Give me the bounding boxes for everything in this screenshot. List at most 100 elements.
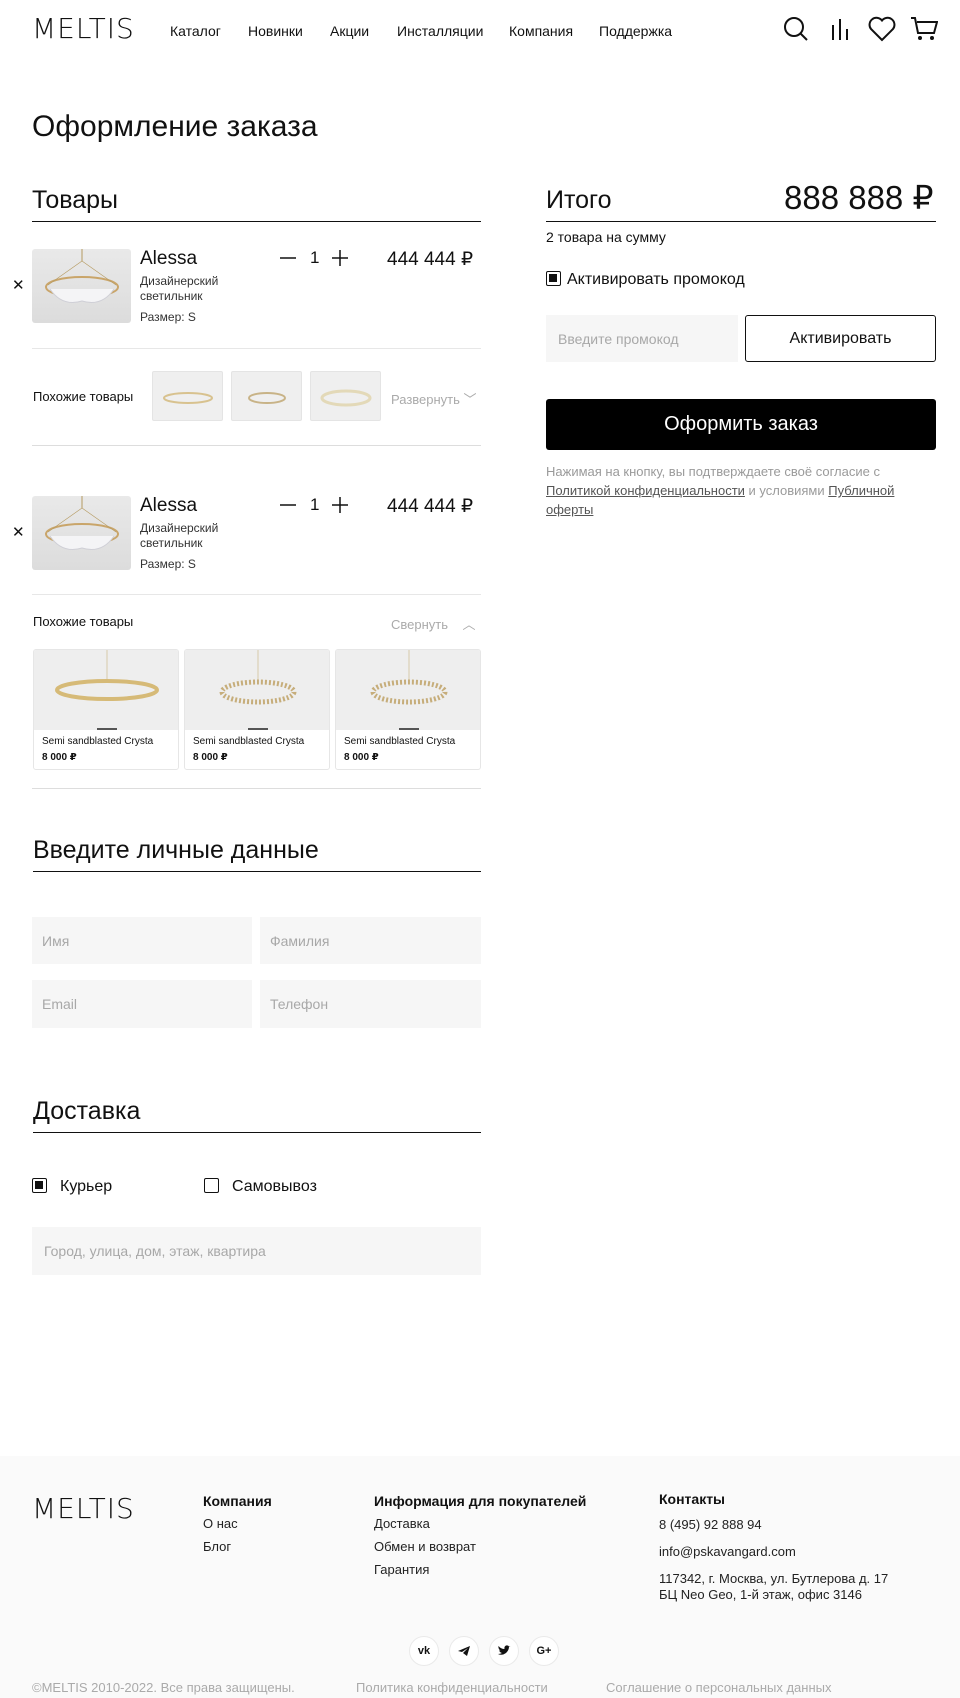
divider: [32, 788, 481, 789]
address-field[interactable]: [32, 1227, 481, 1275]
plus-icon[interactable]: [330, 495, 350, 515]
phone-field[interactable]: [260, 980, 481, 1028]
quantity-value: 1: [310, 495, 320, 514]
footer-delivery-link[interactable]: Доставка: [374, 1516, 430, 1531]
product-card-price: 8 000 ₽: [344, 752, 379, 763]
footer-blog-link[interactable]: Блог: [203, 1539, 231, 1554]
footer-email[interactable]: info@pskavangard.com: [659, 1544, 796, 1559]
product-card-name: Semi sandblasted Crysta: [344, 736, 456, 747]
google-plus-icon[interactable]: G+: [529, 1636, 559, 1666]
cart-title: Товары: [32, 186, 118, 214]
footer-logo[interactable]: MELTIS: [32, 1492, 135, 1525]
twitter-icon[interactable]: [489, 1636, 519, 1666]
cart-icon[interactable]: [910, 15, 938, 43]
product-card[interactable]: Semi sandblasted Crysta 8 000 ₽: [335, 649, 481, 770]
similar-label: Похожие товары: [33, 614, 134, 629]
divider: [546, 221, 936, 222]
product-price: 444 444 ₽: [387, 249, 474, 270]
nav-sales[interactable]: Акции: [330, 23, 369, 39]
summary-total: 888 888 ₽: [784, 179, 934, 216]
footer-address-2: БЦ Neo Geo, 1-й этаж, офис 3146: [659, 1587, 862, 1602]
similar-thumb[interactable]: [231, 371, 302, 421]
product-image[interactable]: [32, 496, 131, 570]
footer-agreement-link[interactable]: Соглашение о персональных данных: [606, 1680, 831, 1695]
similar-thumb[interactable]: [310, 371, 381, 421]
footer-address-1: 117342, г. Москва, ул. Бутлерова д. 17: [659, 1571, 889, 1586]
summary-title: Итого: [546, 186, 612, 214]
footer-privacy-link[interactable]: Политика конфиденциальности: [356, 1680, 548, 1695]
first-name-field[interactable]: [32, 917, 252, 964]
legal-text: Нажимая на кнопку, вы подтверждаете своё…: [546, 462, 906, 519]
expand-label: Развернуть: [391, 392, 460, 407]
summary-count: 2 товара на сумму: [546, 229, 666, 245]
promo-checkbox[interactable]: [546, 271, 561, 286]
minus-icon[interactable]: [278, 248, 298, 268]
expand-similar[interactable]: Развернуть ﹀: [391, 389, 477, 408]
product-card[interactable]: Semi sandblasted Crysta 8 000 ₽: [184, 649, 330, 770]
pickup-checkbox[interactable]: [204, 1178, 219, 1193]
footer: MELTIS Компания О нас Блог Информация дл…: [0, 1456, 960, 1698]
privacy-link[interactable]: Политикой конфиденциальности: [546, 483, 745, 498]
divider: [32, 594, 481, 595]
activate-promo-button[interactable]: Активировать: [745, 315, 936, 362]
page-title: Оформление заказа: [32, 110, 318, 143]
remove-item-icon[interactable]: ✕: [12, 276, 25, 294]
product-size: Размер: S: [140, 557, 196, 571]
divider: [32, 348, 481, 349]
nav-catalog[interactable]: Каталог: [170, 23, 221, 39]
footer-buyers-heading: Информация для покупателей: [374, 1493, 587, 1509]
search-icon[interactable]: [782, 15, 810, 43]
checkout-button[interactable]: Оформить заказ: [546, 399, 936, 450]
collapse-similar[interactable]: Свернуть ︿: [391, 614, 475, 633]
courier-label[interactable]: Курьер: [60, 1178, 112, 1196]
product-card-name: Semi sandblasted Crysta: [42, 736, 154, 747]
divider: [32, 445, 481, 446]
footer-company-heading: Компания: [203, 1493, 272, 1509]
product-card-name: Semi sandblasted Crysta: [193, 736, 305, 747]
legal-text-2: и условиями: [748, 483, 825, 498]
nav-company[interactable]: Компания: [509, 23, 573, 39]
product-card[interactable]: Semi sandblasted Crysta 8 000 ₽: [33, 649, 179, 770]
footer-contacts-heading: Контакты: [659, 1491, 726, 1507]
product-card-image: [336, 650, 480, 730]
divider: [33, 871, 481, 872]
telegram-icon[interactable]: [449, 1636, 479, 1666]
footer-phone[interactable]: 8 (495) 92 888 94: [659, 1517, 762, 1532]
vk-icon[interactable]: vk: [409, 1636, 439, 1666]
divider: [32, 221, 481, 222]
product-description: Дизайнерский светильник: [140, 274, 219, 303]
heart-icon[interactable]: [868, 15, 896, 43]
chevron-down-icon: ﹀: [463, 392, 477, 407]
delivery-title: Доставка: [33, 1097, 141, 1125]
product-card-price: 8 000 ₽: [193, 752, 228, 763]
footer-about-link[interactable]: О нас: [203, 1516, 238, 1531]
compare-icon[interactable]: [826, 15, 854, 43]
product-name[interactable]: Alessa: [140, 495, 197, 517]
remove-item-icon[interactable]: ✕: [12, 523, 25, 541]
product-card-price: 8 000 ₽: [42, 752, 77, 763]
logo[interactable]: MELTIS: [32, 12, 135, 45]
product-card-image: [34, 650, 178, 730]
legal-text-1: Нажимая на кнопку, вы подтверждаете своё…: [546, 464, 880, 479]
last-name-field[interactable]: [260, 917, 481, 964]
courier-checkbox[interactable]: [32, 1178, 47, 1193]
chevron-up-icon: ︿: [462, 617, 476, 632]
collapse-label: Свернуть: [391, 617, 449, 632]
similar-thumb[interactable]: [152, 371, 223, 421]
personal-title: Введите личные данные: [33, 836, 319, 864]
product-image[interactable]: [32, 249, 131, 323]
nav-support[interactable]: Поддержка: [599, 23, 672, 39]
copyright: ©MELTIS 2010-2022. Все права защищены.: [32, 1680, 295, 1695]
promo-input[interactable]: [546, 315, 738, 362]
promo-checkbox-label[interactable]: Активировать промокод: [567, 271, 745, 289]
nav-new[interactable]: Новинки: [248, 23, 303, 39]
footer-warranty-link[interactable]: Гарантия: [374, 1562, 429, 1577]
divider: [33, 1132, 481, 1133]
nav-installations[interactable]: Инсталляции: [397, 23, 483, 39]
product-name[interactable]: Alessa: [140, 248, 197, 270]
minus-icon[interactable]: [278, 495, 298, 515]
footer-returns-link[interactable]: Обмен и возврат: [374, 1539, 476, 1554]
pickup-label[interactable]: Самовывоз: [232, 1178, 317, 1196]
email-field[interactable]: [32, 980, 252, 1028]
plus-icon[interactable]: [330, 248, 350, 268]
